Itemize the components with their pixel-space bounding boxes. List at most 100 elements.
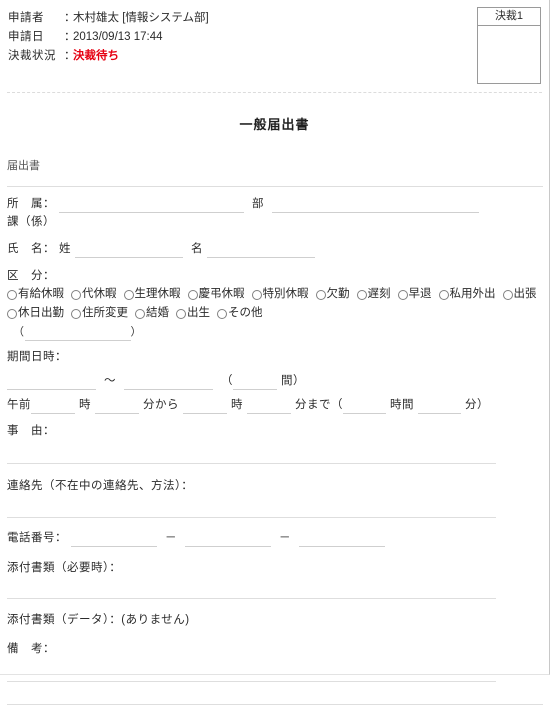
category-option-label: 欠勤 <box>326 288 350 300</box>
radio-circle-icon <box>356 289 367 300</box>
category-option-label: 有給休暇 <box>18 288 64 300</box>
category-option-label: 結婚 <box>146 307 169 319</box>
category-options: 有給休暇 代休暇 生理休暇 慶弔休暇 特別休暇 欠勤 遅刻 早退 私用外出 出張休日出勤 住所変更 結… <box>7 285 544 323</box>
period-end-hour-input[interactable] <box>183 399 227 414</box>
radio-circle-icon <box>7 289 17 300</box>
radio-circle-icon <box>397 289 408 300</box>
period-start-date-input[interactable] <box>7 375 96 390</box>
phone-part2-input[interactable] <box>185 532 271 547</box>
attachment-section: 添付書類（必要時）： <box>0 559 549 598</box>
category-option[interactable]: その他 <box>217 304 263 323</box>
applicant-colon: ： <box>64 12 76 24</box>
radio-circle-icon <box>438 289 449 300</box>
contact-label-row: 連絡先（不在中の連絡先、方法）： <box>7 477 549 495</box>
category-option[interactable]: 出生 <box>176 304 210 323</box>
phone-row: 電話番号： － － <box>7 529 549 547</box>
remarks-input-area[interactable] <box>0 682 549 704</box>
category-option-label: 出張 <box>513 288 537 300</box>
request-date-row: 申請日 ： 2013/09/13 17:44 <box>8 28 549 47</box>
category-option[interactable]: 結婚 <box>135 304 169 323</box>
attachment-label-row: 添付書類（必要時）： <box>7 559 549 577</box>
approval-status-colon: ： <box>64 50 76 62</box>
category-option[interactable]: 早退 <box>397 285 432 304</box>
category-option-label: 休日出勤 <box>18 307 64 319</box>
period-total-open-paren: （ <box>221 375 233 387</box>
category-option[interactable]: 住所変更 <box>71 304 128 323</box>
approval-status-row: 決裁状況 ： 決裁待ち <box>8 47 549 66</box>
form-page: 申請者 ： 木村雄太 [情報システム部] 申請日 ： 2013/09/13 17… <box>0 0 550 705</box>
approval-stamp-area[interactable] <box>478 26 540 83</box>
category-option-label: 代休暇 <box>82 288 117 300</box>
approval-stamp-box: 決裁1 <box>477 7 541 84</box>
radio-circle-icon <box>315 289 326 300</box>
last-name-input[interactable] <box>75 243 183 258</box>
phone-section: 電話番号： － － <box>0 518 549 559</box>
reason-label: 事 由： <box>7 425 55 437</box>
category-option-label: 出生 <box>187 307 210 319</box>
period-end-date-input[interactable] <box>124 375 213 390</box>
attachment-label: 添付書類（必要時）： <box>7 562 122 574</box>
period-end-minute-label: 分まで <box>295 399 331 411</box>
category-other-input[interactable] <box>24 326 131 341</box>
affiliation-label: 所 属： <box>7 198 55 210</box>
period-label-row: 期間日時： <box>7 348 549 372</box>
period-label: 期間日時： <box>7 351 67 363</box>
period-start-hour-input[interactable] <box>31 399 75 414</box>
category-label-row: 区 分： <box>7 267 549 285</box>
category-option[interactable]: 特別休暇 <box>251 285 309 304</box>
phone-label: 電話番号： <box>7 532 67 544</box>
category-option-label: 遅刻 <box>367 288 391 300</box>
category-option[interactable]: 生理休暇 <box>123 285 181 304</box>
period-duration-minute-input[interactable] <box>418 399 461 414</box>
last-name-label: 姓 <box>59 243 71 255</box>
category-option[interactable]: 慶弔休暇 <box>187 285 245 304</box>
approval-status-label: 決裁状況 <box>8 50 56 62</box>
category-option[interactable]: 代休暇 <box>71 285 117 304</box>
affiliation-row: 所 属： 部 <box>7 195 549 213</box>
period-duration-hour-input[interactable] <box>343 399 386 414</box>
remarks-label-row: 備 考： <box>7 640 549 658</box>
category-option[interactable]: 欠勤 <box>315 285 350 304</box>
phone-part1-input[interactable] <box>71 532 157 547</box>
applicant-value: 木村雄太 [情報システム部] <box>73 12 209 24</box>
category-option[interactable]: 出張 <box>502 285 537 304</box>
attachment-data-section: 添付書類（データ）： (ありません) <box>0 599 549 640</box>
category-option[interactable]: 有給休暇 <box>7 285 64 304</box>
first-name-input[interactable] <box>207 243 315 258</box>
category-option[interactable]: 私用外出 <box>438 285 496 304</box>
category-label: 区 分： <box>7 270 55 282</box>
phone-part3-input[interactable] <box>299 532 385 547</box>
phone-separator-1: － <box>165 532 177 544</box>
request-header: 申請者 ： 木村雄太 [情報システム部] 申請日 ： 2013/09/13 17… <box>0 0 549 92</box>
request-date-colon: ： <box>64 31 76 43</box>
reason-label-row: 事 由： <box>7 422 549 440</box>
category-option[interactable]: 休日出勤 <box>7 304 64 323</box>
attachment-data-row: 添付書類（データ）： (ありません) <box>7 611 549 629</box>
name-label: 氏 名： <box>7 243 55 255</box>
period-date-row: ～ （ 間 ） <box>7 372 549 390</box>
period-end-minute-input[interactable] <box>247 399 291 414</box>
radio-circle-icon <box>217 308 227 319</box>
affiliation-unit-label: 部 <box>252 198 264 210</box>
period-section: 期間日時： ～ （ 間 ） 午前 時 分から 時 分まで （ 時間 分 ） <box>0 348 549 422</box>
contact-section: 連絡先（不在中の連絡先、方法）： <box>0 464 549 517</box>
period-start-hour-label: 時 <box>79 399 91 411</box>
category-section: 区 分： 有給休暇 代休暇 生理休暇 慶弔休暇 特別休暇 欠勤 遅刻 早退 私用外出 出張休日出勤… <box>0 267 549 348</box>
affiliation-dept-input[interactable] <box>59 198 244 213</box>
radio-circle-icon <box>7 308 17 319</box>
category-option-label: 住所変更 <box>82 307 128 319</box>
affiliation-section: 所 属： 部 課（係） <box>0 187 549 240</box>
radio-circle-icon <box>71 289 81 300</box>
contact-label: 連絡先（不在中の連絡先、方法）： <box>7 480 194 492</box>
category-option-label: 生理休暇 <box>134 288 181 300</box>
radio-circle-icon <box>502 289 513 300</box>
category-option-label: 私用外出 <box>449 288 496 300</box>
period-start-minute-input[interactable] <box>95 399 139 414</box>
applicant-row: 申請者 ： 木村雄太 [情報システム部] <box>8 9 549 28</box>
category-option[interactable]: 遅刻 <box>356 285 391 304</box>
affiliation-sub-label: 課（係） <box>7 216 55 228</box>
radio-circle-icon <box>187 289 198 300</box>
category-other-open-paren: （ <box>13 326 25 338</box>
period-total-input[interactable] <box>233 375 277 390</box>
affiliation-section-input[interactable] <box>272 198 479 213</box>
